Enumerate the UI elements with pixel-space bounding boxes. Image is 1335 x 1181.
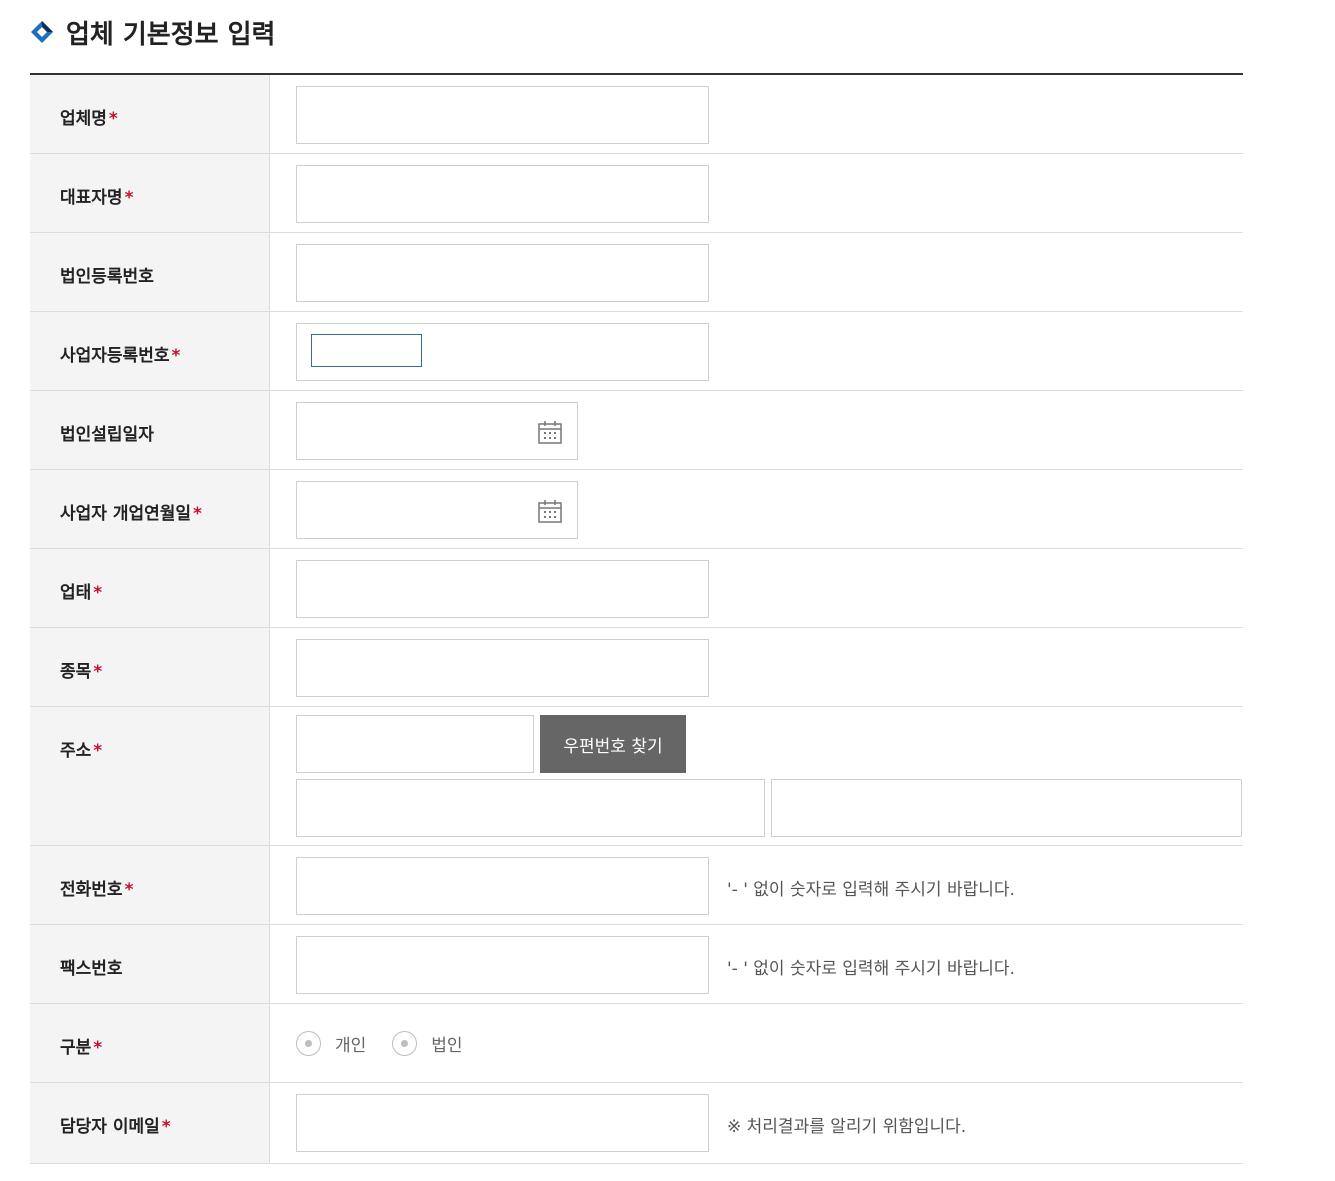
required-mark: * <box>93 741 103 761</box>
corp-reg-no-input[interactable] <box>296 244 709 302</box>
value-cell <box>270 75 1243 153</box>
ceo-name-input[interactable] <box>296 165 709 223</box>
label-text: 구분 <box>60 1038 92 1058</box>
label-text: 업체명 <box>60 109 107 129</box>
row-corp-est-date: 법인설립일자 <box>30 391 1243 470</box>
required-mark: * <box>124 880 134 900</box>
business-type-input[interactable] <box>296 560 709 618</box>
label-address: 주소 * <box>30 707 270 845</box>
required-mark: * <box>171 346 181 366</box>
label-corp-reg-no: 법인등록번호 <box>30 233 270 311</box>
biz-reg-no-field[interactable] <box>296 323 709 381</box>
value-cell <box>270 154 1243 232</box>
page-header: 업체 기본정보 입력 <box>30 12 275 52</box>
label-text: 사업자 개업연월일 <box>60 504 192 524</box>
company-name-input[interactable] <box>296 86 709 144</box>
fax-hint: '- ' 없이 숫자로 입력해 주시기 바랍니다. <box>727 959 1015 979</box>
value-cell <box>270 549 1243 627</box>
address-line2-input[interactable] <box>771 779 1242 837</box>
row-corp-reg-no: 법인등록번호 <box>30 233 1243 312</box>
label-biz-open-date: 사업자 개업연월일 * <box>30 470 270 548</box>
value-cell: ※ 처리결과를 알리기 위함입니다. <box>270 1083 1243 1163</box>
label-ceo-name: 대표자명 * <box>30 154 270 232</box>
label-business-type: 업태 * <box>30 549 270 627</box>
required-mark: * <box>108 109 118 129</box>
corp-est-date-input[interactable] <box>296 402 578 460</box>
label-fax: 팩스번호 <box>30 925 270 1003</box>
label-text: 종목 <box>60 662 92 682</box>
company-info-form: 업체명 * 대표자명 * 법인등록번호 사업자등록번호 * 법인설립일자 사업자… <box>30 73 1243 1164</box>
required-mark: * <box>193 504 202 524</box>
label-company-name: 업체명 * <box>30 75 270 153</box>
page-title: 업체 기본정보 입력 <box>66 19 276 50</box>
value-cell: 우편번호 찾기 <box>270 707 1243 845</box>
biz-open-date-input[interactable] <box>296 481 578 539</box>
label-business-item: 종목 * <box>30 628 270 706</box>
label-corp-est-date: 법인설립일자 <box>30 391 270 469</box>
business-item-input[interactable] <box>296 639 709 697</box>
phone-input[interactable] <box>296 857 709 915</box>
row-biz-reg-no: 사업자등록번호 * <box>30 312 1243 391</box>
phone-hint: '- ' 없이 숫자로 입력해 주시기 바랍니다. <box>727 880 1015 900</box>
label-text: 주소 <box>60 741 92 761</box>
label-phone: 전화번호 * <box>30 846 270 924</box>
value-cell: 개인 법인 <box>270 1004 1243 1082</box>
row-fax: 팩스번호 '- ' 없이 숫자로 입력해 주시기 바랍니다. <box>30 925 1243 1004</box>
row-phone: 전화번호 * '- ' 없이 숫자로 입력해 주시기 바랍니다. <box>30 846 1243 925</box>
division-radio-group: 개인 법인 <box>296 1031 489 1056</box>
label-text: 법인설립일자 <box>60 425 154 445</box>
value-cell: '- ' 없이 숫자로 입력해 주시기 바랍니다. <box>270 925 1243 1003</box>
radio-corporation[interactable] <box>392 1031 418 1056</box>
label-text: 담당자 이메일 <box>60 1117 160 1137</box>
value-cell <box>270 391 1243 469</box>
manager-email-input[interactable] <box>296 1094 709 1152</box>
value-cell <box>270 312 1243 390</box>
fax-input[interactable] <box>296 936 709 994</box>
zipcode-input[interactable] <box>296 715 534 773</box>
label-manager-email: 담당자 이메일 * <box>30 1083 270 1163</box>
calendar-icon[interactable] <box>537 419 563 445</box>
label-biz-reg-no: 사업자등록번호 * <box>30 312 270 390</box>
required-mark: * <box>93 583 103 603</box>
calendar-icon[interactable] <box>537 498 563 524</box>
biz-reg-no-input[interactable] <box>311 334 422 367</box>
label-text: 법인등록번호 <box>60 267 154 287</box>
address-line1-input[interactable] <box>296 779 765 837</box>
required-mark: * <box>124 188 134 208</box>
label-text: 대표자명 <box>60 188 123 208</box>
find-zipcode-button[interactable]: 우편번호 찾기 <box>540 715 686 773</box>
row-business-item: 종목 * <box>30 628 1243 707</box>
required-mark: * <box>93 662 103 682</box>
label-text: 사업자등록번호 <box>60 346 170 366</box>
row-division: 구분 * 개인 법인 <box>30 1004 1243 1083</box>
label-division: 구분 * <box>30 1004 270 1082</box>
diamond-bullet-icon <box>31 21 53 43</box>
value-cell <box>270 628 1243 706</box>
required-mark: * <box>93 1038 103 1058</box>
row-manager-email: 담당자 이메일 * ※ 처리결과를 알리기 위함입니다. <box>30 1083 1243 1164</box>
radio-label-individual[interactable]: 개인 <box>335 1031 366 1056</box>
row-company-name: 업체명 * <box>30 75 1243 154</box>
radio-label-corporation[interactable]: 법인 <box>431 1031 462 1056</box>
row-biz-open-date: 사업자 개업연월일 * <box>30 470 1243 549</box>
email-hint: ※ 처리결과를 알리기 위함입니다. <box>727 1117 967 1137</box>
label-text: 팩스번호 <box>60 959 123 979</box>
label-text: 업태 <box>60 583 92 603</box>
row-ceo-name: 대표자명 * <box>30 154 1243 233</box>
row-address: 주소 * 우편번호 찾기 <box>30 707 1243 846</box>
row-business-type: 업태 * <box>30 549 1243 628</box>
value-cell <box>270 470 1243 548</box>
radio-individual[interactable] <box>296 1031 321 1056</box>
required-mark: * <box>161 1117 171 1137</box>
value-cell: '- ' 없이 숫자로 입력해 주시기 바랍니다. <box>270 846 1243 924</box>
label-text: 전화번호 <box>60 880 123 900</box>
value-cell <box>270 233 1243 311</box>
